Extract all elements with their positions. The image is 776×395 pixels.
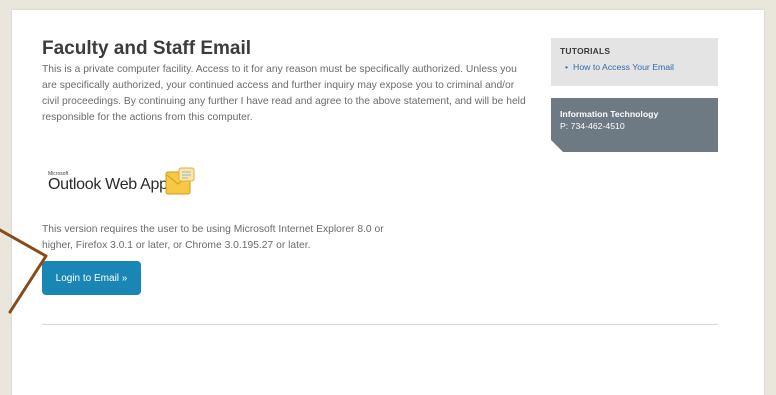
bullet-icon: •: [565, 62, 569, 72]
tutorials-heading: TUTORIALS: [560, 46, 611, 56]
it-contact-panel: Information Technology P: 734-462-4510: [551, 98, 718, 152]
logo-text: Outlook Web App: [48, 176, 168, 193]
login-to-email-button[interactable]: Login to Email »: [42, 261, 141, 295]
page-title: Faculty and Staff Email: [42, 38, 252, 59]
it-contact-phone: P: 734-462-4510: [560, 121, 625, 131]
outlook-web-app-logo: Microsoft Outlook Web App: [46, 167, 216, 201]
tutorial-link-access-email[interactable]: • How to Access Your Email: [565, 62, 674, 72]
tutorials-panel: TUTORIALS • How to Access Your Email: [551, 38, 718, 86]
disclaimer-text: This is a private computer facility. Acc…: [42, 64, 526, 123]
tutorial-link-label: How to Access Your Email: [573, 62, 674, 72]
it-contact-title: Information Technology: [560, 109, 659, 119]
outlook-envelope-icon: [165, 167, 195, 197]
divider: [42, 324, 718, 325]
browser-requirements-text: This version requires the user to be usi…: [42, 224, 384, 251]
